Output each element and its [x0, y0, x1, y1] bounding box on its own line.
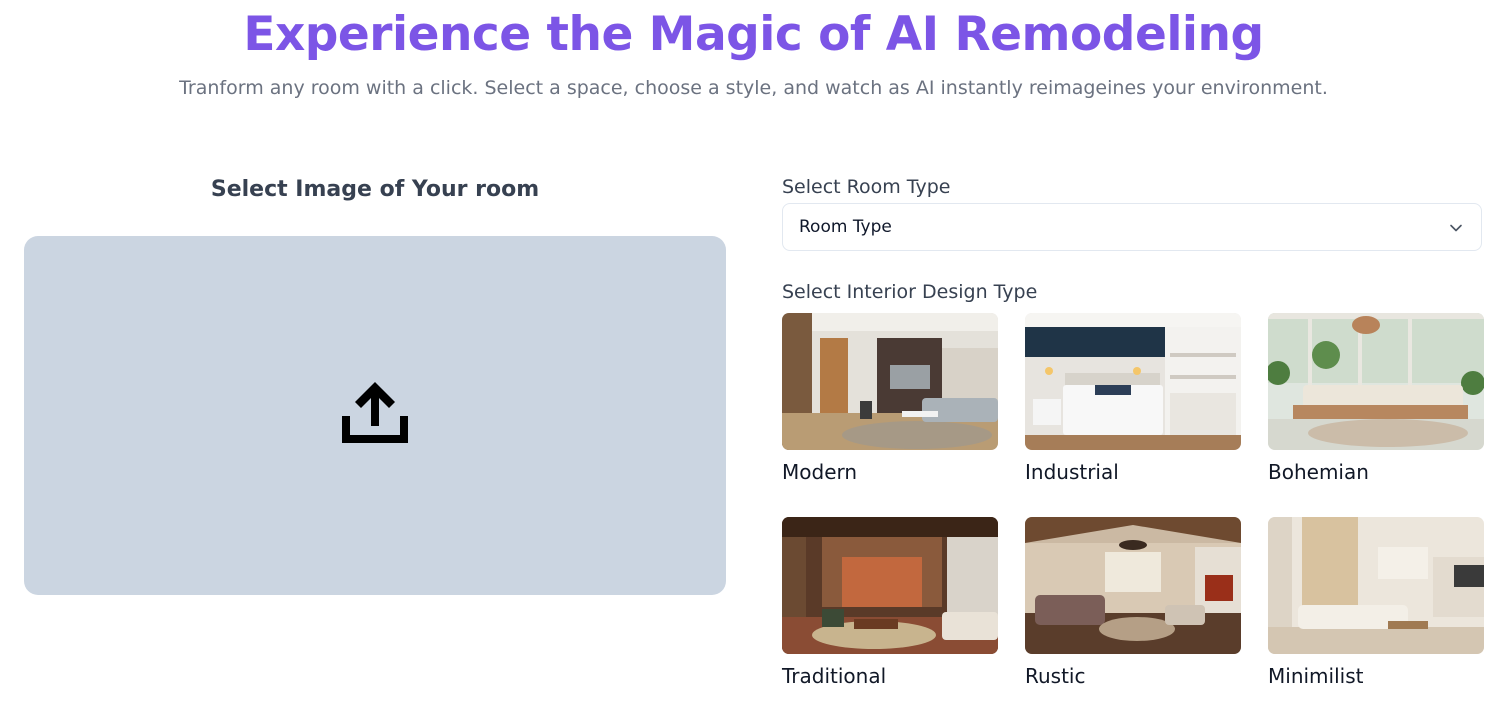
design-option-traditional[interactable]: Traditional: [782, 517, 998, 689]
image-upload-area[interactable]: [24, 236, 726, 595]
design-label-bohemian: Bohemian: [1268, 460, 1369, 484]
upload-heading: Select Image of Your room: [210, 177, 540, 202]
room-type-value: Room Type: [799, 217, 892, 237]
industrial-room-image: [1025, 313, 1241, 450]
hero-title: Experience the Magic of AI Remodeling: [243, 7, 1264, 62]
design-label-traditional: Traditional: [782, 664, 887, 688]
design-label-minimilist: Minimilist: [1268, 664, 1364, 688]
rustic-room-image: [1025, 517, 1241, 654]
page: Experience the Magic of AI Remodeling Tr…: [0, 0, 1507, 702]
hero-subtitle: Tranform any room with a click. Select a…: [179, 77, 1328, 99]
design-label-industrial: Industrial: [1025, 460, 1119, 484]
traditional-room-image: [782, 517, 998, 654]
minimilist-room-image: [1268, 517, 1484, 654]
design-option-minimilist[interactable]: Minimilist: [1268, 517, 1484, 689]
upload-icon: [342, 382, 408, 443]
design-label-modern: Modern: [782, 460, 858, 484]
design-option-modern[interactable]: Modern: [782, 313, 998, 485]
design-label-rustic: Rustic: [1025, 664, 1086, 688]
room-type-select[interactable]: Room Type: [782, 203, 1482, 251]
design-option-rustic[interactable]: Rustic: [1025, 517, 1241, 689]
design-type-label: Select Interior Design Type: [782, 281, 1038, 303]
modern-room-image: [782, 313, 998, 450]
chevron-down-icon: [1450, 224, 1462, 232]
design-option-industrial[interactable]: Industrial: [1025, 313, 1241, 485]
room-type-label: Select Room Type: [782, 176, 951, 198]
design-option-bohemian[interactable]: Bohemian: [1268, 313, 1484, 485]
bohemian-room-image: [1268, 313, 1484, 450]
